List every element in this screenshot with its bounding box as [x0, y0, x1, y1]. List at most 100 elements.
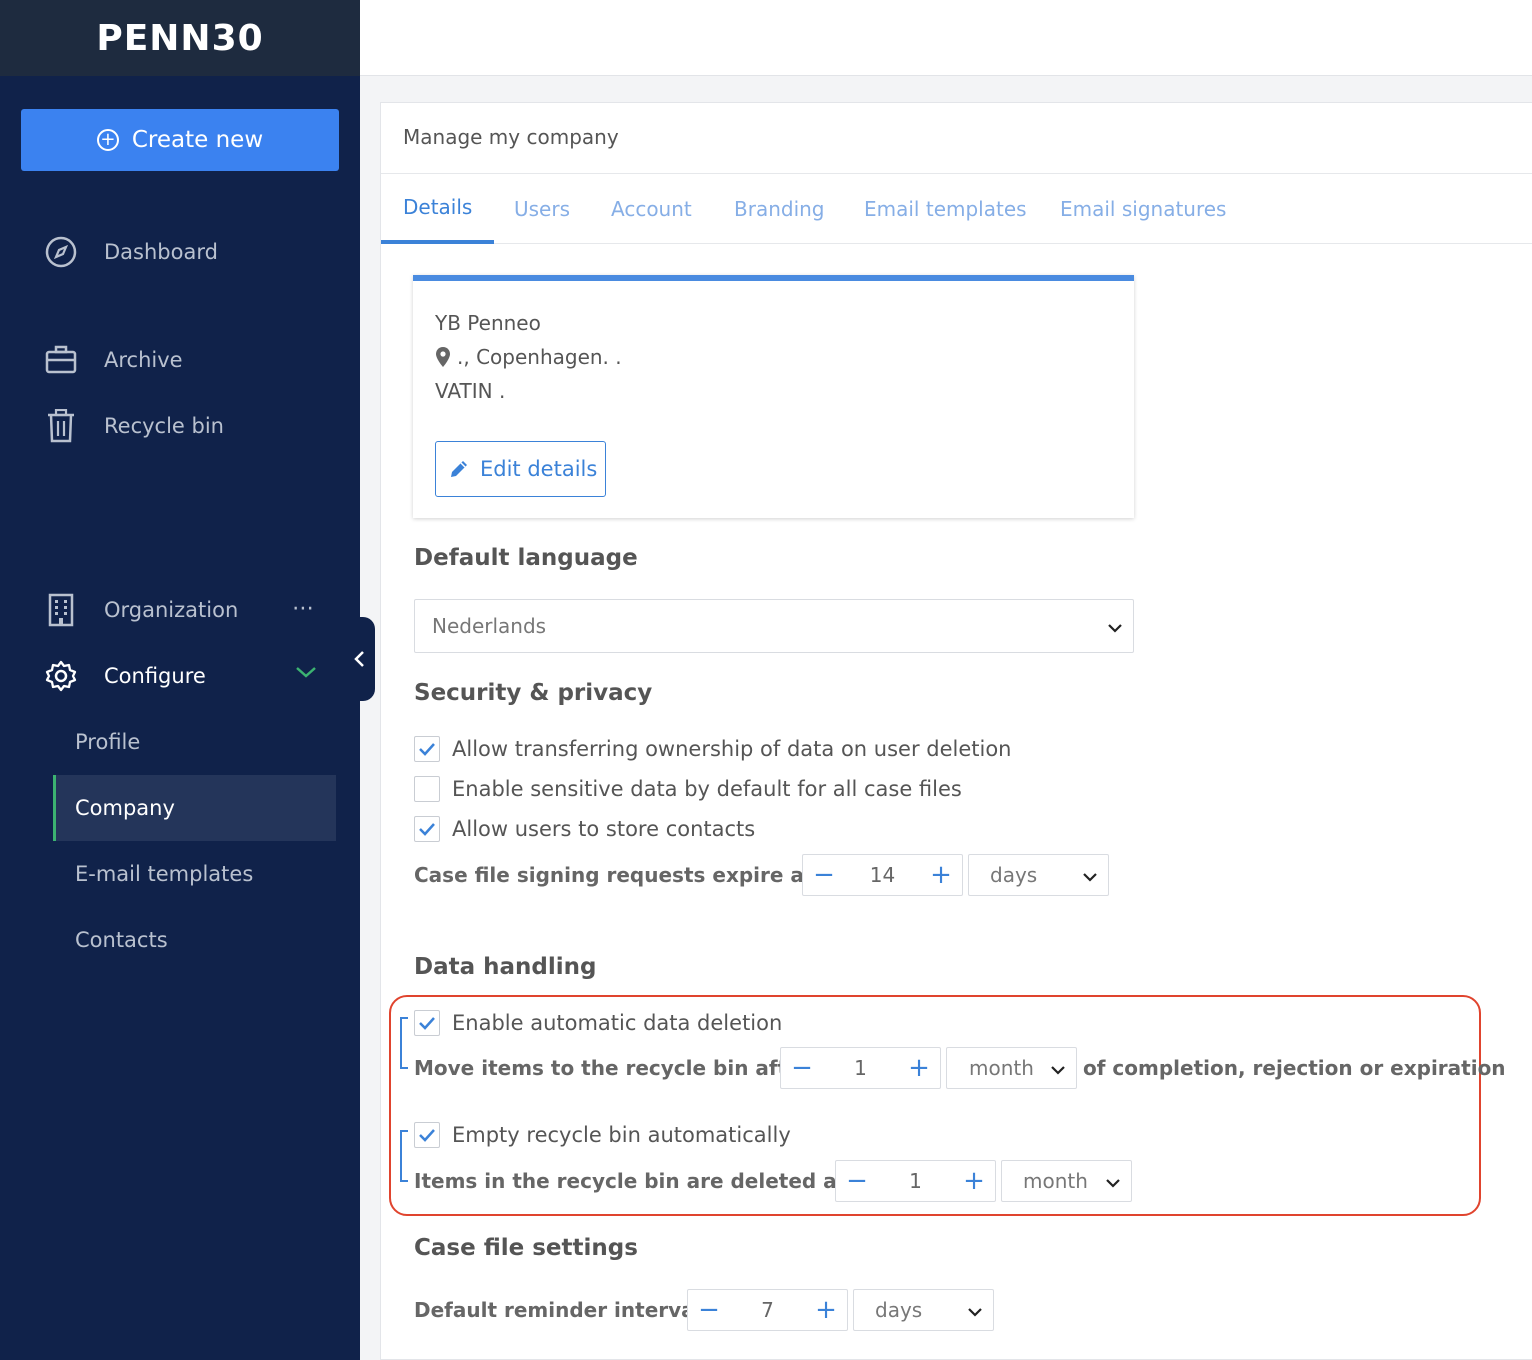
enable-sensitive-data-option[interactable]: Enable sensitive data by default for all… — [414, 776, 962, 802]
move-unit-select[interactable]: month — [946, 1047, 1077, 1089]
increment-button[interactable]: + — [805, 1290, 847, 1330]
stepper-value[interactable]: 14 — [845, 863, 920, 887]
option-label: Empty recycle bin automatically — [452, 1123, 791, 1147]
unit-value: days — [990, 863, 1038, 887]
edit-details-button[interactable]: Edit details — [435, 441, 606, 497]
stepper-value[interactable]: 7 — [730, 1298, 805, 1322]
sidebar-subitem-label: Profile — [75, 730, 141, 754]
sidebar-item-organization[interactable]: Organization — [44, 593, 238, 627]
reminder-interval-label: Default reminder interval: — [414, 1298, 710, 1322]
checkbox-checked[interactable] — [414, 736, 440, 762]
deleted-after-label: Items in the recycle bin are deleted aft… — [414, 1169, 879, 1193]
expire-after-label: Case file signing requests expire after — [414, 863, 846, 887]
sidebar-item-archive[interactable]: Archive — [44, 343, 183, 377]
sidebar-item-configure[interactable]: Configure — [44, 659, 206, 693]
sidebar-item-label: Archive — [104, 348, 183, 372]
group-bracket — [400, 1017, 408, 1069]
sidebar-item-label: Recycle bin — [104, 414, 224, 438]
manage-company-panel: Manage my company Details Users Account … — [380, 102, 1532, 1360]
move-suffix-label: of completion, rejection or expiration — [1083, 1056, 1506, 1080]
top-bar — [360, 0, 1532, 76]
expire-unit-select[interactable]: days — [968, 854, 1109, 896]
sidebar: PENN30 + Create new Dashboard Archive Re… — [0, 0, 360, 1360]
tab-email-templates[interactable]: Email templates — [864, 174, 1027, 244]
checkbox-unchecked[interactable] — [414, 776, 440, 802]
delete-unit-select[interactable]: month — [1001, 1160, 1132, 1202]
language-select[interactable]: Nederlands — [414, 599, 1134, 653]
sidebar-item-recycle-bin[interactable]: Recycle bin — [44, 409, 224, 443]
page-title: Manage my company — [403, 125, 619, 149]
collapse-sidebar-button[interactable] — [344, 617, 375, 701]
move-to-bin-stepper: − 1 + — [780, 1047, 941, 1089]
create-new-button[interactable]: + Create new — [21, 109, 339, 171]
sidebar-item-dashboard[interactable]: Dashboard — [44, 235, 218, 269]
compass-icon — [44, 235, 78, 269]
chevron-down-icon — [1107, 614, 1123, 638]
tab-bar: Details Users Account Branding Email tem… — [381, 174, 1532, 244]
address-text: ., Copenhagen. . — [457, 345, 622, 369]
checkmark-icon — [419, 1017, 435, 1030]
unit-value: days — [875, 1298, 923, 1322]
map-pin-icon — [436, 347, 450, 367]
sidebar-subitem-label: Contacts — [75, 928, 168, 952]
move-to-bin-label: Move items to the recycle bin after — [414, 1056, 811, 1080]
create-new-label: Create new — [131, 127, 264, 153]
sidebar-subitem-profile[interactable]: Profile — [53, 709, 336, 775]
chevron-down-icon — [1105, 1169, 1121, 1193]
checkmark-icon — [419, 743, 435, 756]
sidebar-subitem-contacts[interactable]: Contacts — [53, 907, 336, 973]
expire-stepper: − 14 + — [802, 854, 963, 896]
sidebar-item-label: Dashboard — [104, 240, 218, 264]
chevron-down-icon[interactable] — [294, 664, 318, 684]
sidebar-subitem-company[interactable]: Company — [53, 775, 336, 841]
checkbox-checked[interactable] — [414, 1010, 440, 1036]
group-bracket — [400, 1130, 408, 1182]
checkmark-icon — [419, 823, 435, 836]
sidebar-item-label: Organization — [104, 598, 239, 622]
penneo-logo[interactable]: PENN30 — [96, 18, 263, 59]
empty-bin-option[interactable]: Empty recycle bin automatically — [414, 1122, 791, 1148]
tab-account[interactable]: Account — [611, 174, 692, 244]
checkbox-checked[interactable] — [414, 816, 440, 842]
stepper-value[interactable]: 1 — [878, 1169, 953, 1193]
increment-button[interactable]: + — [953, 1161, 995, 1201]
sidebar-item-label: Configure — [104, 664, 206, 688]
increment-button[interactable]: + — [898, 1048, 940, 1088]
company-vatin: VATIN . — [435, 379, 506, 403]
tab-email-signatures[interactable]: Email signatures — [1060, 174, 1226, 244]
tab-users[interactable]: Users — [514, 174, 570, 244]
checkbox-checked[interactable] — [414, 1122, 440, 1148]
chevron-left-icon — [353, 651, 364, 667]
allow-store-contacts-option[interactable]: Allow users to store contacts — [414, 816, 755, 842]
tab-details[interactable]: Details — [381, 174, 495, 244]
tab-branding[interactable]: Branding — [734, 174, 825, 244]
decrement-button[interactable]: − — [836, 1161, 878, 1201]
sidebar-subitem-label: Company — [75, 796, 175, 820]
more-options-icon[interactable]: ⋯ — [292, 596, 315, 621]
decrement-button[interactable]: − — [688, 1290, 730, 1330]
decrement-button[interactable]: − — [803, 855, 845, 895]
unit-value: month — [1023, 1169, 1088, 1193]
reminder-unit-select[interactable]: days — [853, 1289, 994, 1331]
trash-icon — [44, 409, 78, 443]
gear-icon — [44, 659, 78, 693]
chevron-down-icon — [1082, 863, 1098, 887]
case-file-settings-heading: Case file settings — [414, 1235, 638, 1261]
edit-details-label: Edit details — [480, 457, 598, 481]
security-privacy-heading: Security & privacy — [414, 680, 653, 706]
sidebar-subitem-email-templates[interactable]: E-mail templates — [53, 841, 336, 907]
plus-circle-icon: + — [96, 129, 119, 151]
decrement-button[interactable]: − — [781, 1048, 823, 1088]
auto-data-deletion-option[interactable]: Enable automatic data deletion — [414, 1010, 782, 1036]
allow-transfer-ownership-option[interactable]: Allow transferring ownership of data on … — [414, 736, 1012, 762]
company-name: YB Penneo — [435, 311, 541, 335]
language-value: Nederlands — [432, 614, 547, 638]
data-handling-heading: Data handling — [414, 954, 597, 980]
reminder-stepper: − 7 + — [687, 1289, 848, 1331]
option-label: Enable automatic data deletion — [452, 1011, 783, 1035]
increment-button[interactable]: + — [920, 855, 962, 895]
chevron-down-icon — [967, 1298, 983, 1322]
option-label: Allow transferring ownership of data on … — [452, 737, 1012, 761]
stepper-value[interactable]: 1 — [823, 1056, 898, 1080]
briefcase-icon — [44, 343, 78, 377]
